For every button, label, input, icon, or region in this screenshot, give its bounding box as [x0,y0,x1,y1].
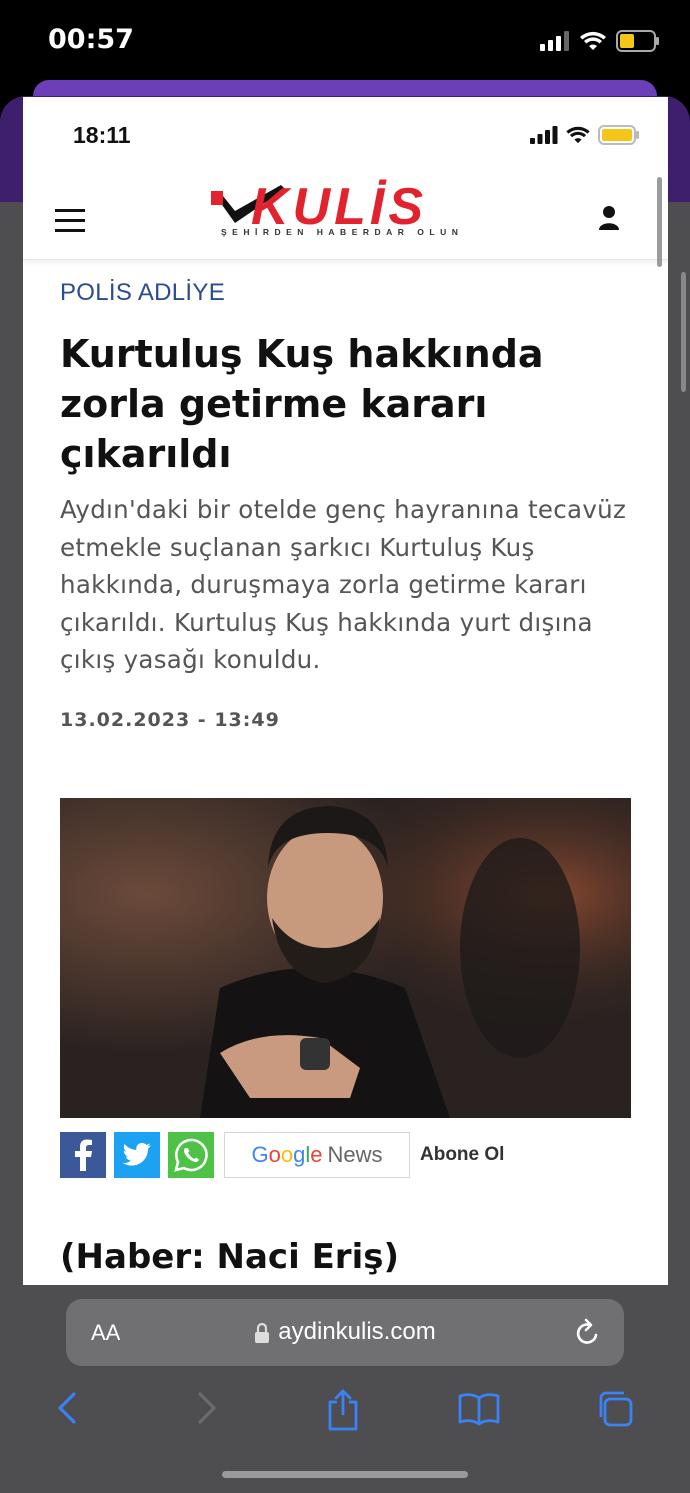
battery-icon [598,125,639,145]
facebook-share-button[interactable] [60,1132,106,1178]
back-icon[interactable] [54,1388,80,1428]
forward-icon[interactable] [194,1388,220,1428]
facebook-icon [75,1139,92,1171]
article-date: 13.02.2023 - 13:49 [60,708,280,731]
device-clock: 00:57 [48,24,134,55]
whatsapp-icon [174,1138,208,1172]
address-bar[interactable]: AA aydinkulis.com [66,1299,624,1366]
bookmarks-icon[interactable] [458,1392,500,1426]
wifi-icon [566,126,590,144]
user-icon[interactable] [598,205,620,231]
logo-tagline: ŞEHİRDEN HABERDAR OLUN [221,227,464,237]
share-icon[interactable] [326,1388,360,1432]
inner-status-bar: 18:11 [23,97,668,167]
device-status-icons [540,30,660,52]
home-indicator[interactable] [222,1471,468,1478]
site-header: KULİS ŞEHİRDEN HABERDAR OLUN [23,169,668,260]
wifi-icon [580,31,606,50]
article-body: POLİS ADLİYE Kurtuluş Kuş hakkında zorla… [60,275,635,731]
battery-icon [616,30,659,52]
share-bar: Google News Abone Ol [60,1131,504,1179]
lock-icon [255,1322,270,1343]
whatsapp-share-button[interactable] [168,1132,214,1178]
inner-status-icons [530,125,640,145]
inner-scrollbar [657,177,662,267]
tabs-icon[interactable] [596,1390,634,1428]
url-text: aydinkulis.com [278,1318,436,1345]
menu-icon[interactable] [55,209,85,233]
url-display[interactable]: aydinkulis.com [66,1318,624,1346]
signal-icon [540,31,569,51]
article-headline: Kurtuluş Kuş hakkında zorla getirme kara… [60,332,544,476]
article-photo [60,798,631,1118]
page-scrollbar[interactable] [681,272,686,392]
article-summary: Aydın'daki bir otelde genç hayranına tec… [60,495,627,674]
subscribe-link[interactable]: Abone Ol [420,1144,504,1166]
device-status-bar: 00:57 [0,0,690,80]
twitter-icon [122,1143,151,1166]
google-news-label: News [327,1142,383,1167]
inner-clock: 18:11 [73,122,131,148]
article-byline: (Haber: Naci Eriş) [60,1237,400,1277]
site-logo[interactable]: KULİS ŞEHİRDEN HABERDAR OLUN [211,178,507,243]
article-screenshot: 18:11 KULİS ŞEHİRDEN HABERDAR OLUN POLİS… [23,97,668,1285]
google-news-button[interactable]: Google News [224,1132,410,1178]
signal-icon [530,126,558,144]
article-category[interactable]: POLİS ADLİYE [60,279,635,307]
twitter-share-button[interactable] [114,1132,160,1178]
reload-icon[interactable] [574,1317,602,1347]
